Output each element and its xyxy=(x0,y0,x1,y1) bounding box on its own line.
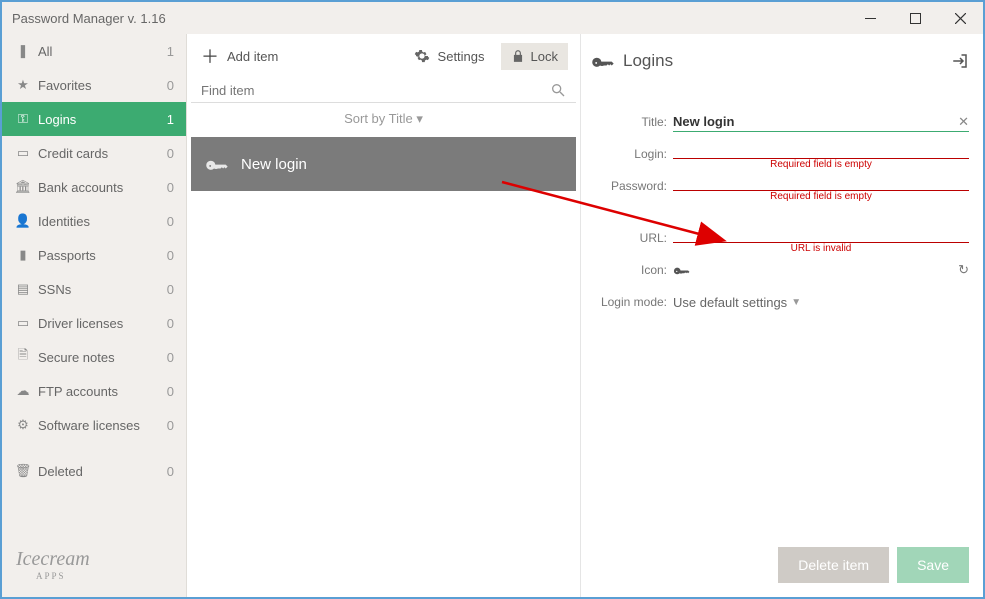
sort-dropdown[interactable]: Sort by Title ▾ xyxy=(187,103,580,137)
software-icon: ⚙ xyxy=(14,417,32,433)
search-row xyxy=(191,78,576,103)
items-column: ＋ Add item Settings Lock xyxy=(187,34,581,597)
sidebar-item-passports[interactable]: ▮Passports0 xyxy=(2,238,186,272)
lock-button[interactable]: Lock xyxy=(501,43,568,70)
title-field[interactable] xyxy=(673,112,969,132)
note-icon: 🗎 xyxy=(14,346,32,368)
clear-icon[interactable]: ✕ xyxy=(958,114,969,130)
sidebar-item-identities[interactable]: 👤Identities0 xyxy=(2,204,186,238)
import-icon[interactable] xyxy=(951,52,969,70)
add-item-button[interactable]: ＋ Add item xyxy=(191,37,288,75)
ftp-icon: ☁ xyxy=(14,383,32,399)
window-buttons xyxy=(848,2,983,34)
detail-column: Logins Title: ✕ Login: Req xyxy=(581,34,983,597)
login-field[interactable] xyxy=(673,139,969,159)
sidebar-item-bank-accounts[interactable]: 🏛Bank accounts0 xyxy=(2,170,186,204)
minimize-button[interactable] xyxy=(848,2,893,34)
chevron-down-icon: ▼ xyxy=(791,297,801,308)
sidebar-item-deleted[interactable]: 🗑Deleted0 xyxy=(2,454,186,488)
sidebar-item-driver-licenses[interactable]: ▭Driver licenses0 xyxy=(2,306,186,340)
card-icon: ▭ xyxy=(14,145,32,161)
bank-icon: 🏛 xyxy=(14,179,32,195)
password-error: Required field is empty xyxy=(673,191,969,202)
gear-icon xyxy=(414,48,430,64)
passport-icon: ▮ xyxy=(14,247,32,263)
delete-item-button[interactable]: Delete item xyxy=(778,547,889,583)
icon-label: Icon: xyxy=(591,263,673,277)
search-input[interactable] xyxy=(201,83,550,98)
title-label: Title: xyxy=(591,115,673,129)
icon-preview[interactable] xyxy=(673,262,689,278)
sidebar-item-logins[interactable]: ⚿Logins1 xyxy=(2,102,186,136)
search-icon[interactable] xyxy=(550,82,566,98)
url-field[interactable] xyxy=(673,223,969,243)
sidebar-item-ftp-accounts[interactable]: ☁FTP accounts0 xyxy=(2,374,186,408)
tag-icon: ❚ xyxy=(14,43,32,59)
sidebar-item-favorites[interactable]: ★Favorites0 xyxy=(2,68,186,102)
close-button[interactable] xyxy=(938,2,983,34)
list-item-title: New login xyxy=(241,156,307,173)
sidebar-item-secure-notes[interactable]: 🗎Secure notes0 xyxy=(2,340,186,374)
lock-icon xyxy=(511,49,525,63)
password-field[interactable] xyxy=(673,171,969,191)
titlebar: Password Manager v. 1.16 xyxy=(2,2,983,34)
trash-icon: 🗑 xyxy=(14,463,32,479)
key-icon: ⚿ xyxy=(14,111,32,127)
sidebar-item-credit-cards[interactable]: ▭Credit cards0 xyxy=(2,136,186,170)
key-icon xyxy=(205,153,227,175)
login-error: Required field is empty xyxy=(673,159,969,170)
url-error: URL is invalid xyxy=(673,243,969,254)
login-mode-label: Login mode: xyxy=(591,295,673,309)
list-item[interactable]: New login xyxy=(191,137,576,191)
login-mode-dropdown[interactable]: Use default settings ▼ xyxy=(673,295,969,310)
ssn-icon: ▤ xyxy=(14,281,32,297)
sidebar-item-all[interactable]: ❚All1 xyxy=(2,34,186,68)
star-icon: ★ xyxy=(14,77,32,93)
sidebar: ❚All1 ★Favorites0 ⚿Logins1 ▭Credit cards… xyxy=(2,34,187,597)
sidebar-item-software-licenses[interactable]: ⚙Software licenses0 xyxy=(2,408,186,442)
url-label: URL: xyxy=(591,231,673,245)
password-label: Password: xyxy=(591,179,673,193)
sidebar-item-ssns[interactable]: ▤SSNs0 xyxy=(2,272,186,306)
save-button[interactable]: Save xyxy=(897,547,969,583)
brand-logo: Icecream APPS xyxy=(2,538,186,597)
window-title: Password Manager v. 1.16 xyxy=(12,11,166,26)
chevron-down-icon: ▾ xyxy=(416,111,423,126)
maximize-button[interactable] xyxy=(893,2,938,34)
key-icon xyxy=(591,50,613,72)
login-label: Login: xyxy=(591,147,673,161)
person-icon: 👤 xyxy=(14,213,32,229)
refresh-icon[interactable]: ↻ xyxy=(958,262,969,278)
settings-button[interactable]: Settings xyxy=(404,42,495,70)
license-icon: ▭ xyxy=(14,315,32,331)
plus-icon: ＋ xyxy=(201,43,219,69)
detail-header: Logins xyxy=(623,51,941,71)
